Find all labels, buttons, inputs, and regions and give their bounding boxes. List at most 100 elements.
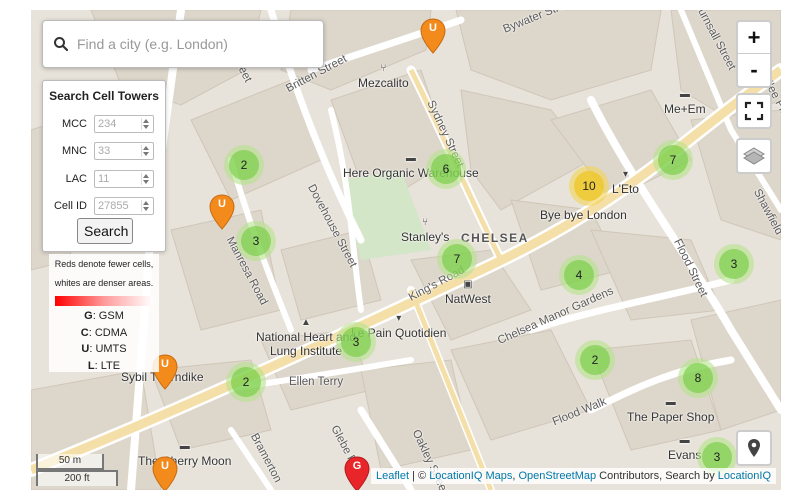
legend-note: whites are denser areas. xyxy=(54,278,154,288)
attribution: Leaflet | © LocationIQ Maps, OpenStreetM… xyxy=(371,468,776,484)
shop-icon: ▬ xyxy=(665,397,676,408)
poi-label: NatWest xyxy=(445,292,491,306)
cluster-marker[interactable]: 2 xyxy=(575,340,615,380)
poi[interactable]: ▾ L'Eto xyxy=(612,168,639,196)
mcc-input[interactable]: 234 xyxy=(94,115,154,133)
cell-id-input[interactable]: 27855 xyxy=(94,197,154,215)
poi-label: Me+Em xyxy=(664,102,706,116)
leaflet-link[interactable]: Leaflet xyxy=(376,470,409,482)
marker-letter: U xyxy=(161,460,169,472)
attribution-separator: | © xyxy=(409,470,430,482)
cluster-marker[interactable]: 4 xyxy=(559,255,599,295)
marker-letter: G xyxy=(352,460,362,472)
cluster-count: 6 xyxy=(431,154,461,184)
city-search-box xyxy=(42,20,324,68)
umts-marker[interactable]: U xyxy=(209,194,235,230)
fullscreen-button[interactable] xyxy=(736,93,772,129)
layers-button[interactable] xyxy=(736,138,772,174)
fullscreen-icon xyxy=(744,101,764,121)
poi[interactable]: ⑂ Stanley's xyxy=(401,216,449,244)
shop-icon: ▬ xyxy=(179,441,190,452)
cluster-marker[interactable]: 8 xyxy=(678,358,718,398)
lac-stepper[interactable] xyxy=(141,173,151,185)
cluster-count: 2 xyxy=(229,150,259,180)
lac-input[interactable]: 11 xyxy=(94,170,154,188)
street-label: Ellen Terry xyxy=(289,376,344,388)
attribution-text: Contributors, Search by xyxy=(596,470,718,482)
locationiq-maps-link[interactable]: LocationIQ Maps xyxy=(429,470,512,482)
cluster-marker[interactable]: 10 xyxy=(569,166,609,206)
cluster-count: 3 xyxy=(241,226,271,256)
zoom-in-button[interactable]: + xyxy=(738,22,770,54)
cluster-marker[interactable]: 7 xyxy=(437,239,477,279)
cluster-count: 3 xyxy=(719,249,749,279)
lac-label: LAC xyxy=(65,173,87,185)
cluster-marker[interactable]: 2 xyxy=(226,362,266,402)
density-legend: Reds denote fewer cells, whites are dens… xyxy=(49,254,159,372)
zoom-control: + - xyxy=(736,20,772,88)
poi-label: The Paper Shop xyxy=(627,410,715,424)
locate-button[interactable] xyxy=(736,430,772,466)
cafe-icon: ▾ xyxy=(622,169,628,180)
mnc-input[interactable]: 33 xyxy=(94,142,154,160)
layers-icon xyxy=(743,147,765,165)
location-pin-icon xyxy=(748,439,760,457)
poi[interactable]: ▬ Me+Em xyxy=(664,88,706,116)
shop-icon: ▬ xyxy=(679,89,690,100)
poi-label: Mezcalito xyxy=(358,76,409,90)
cluster-marker[interactable]: 7 xyxy=(653,140,693,180)
mnc-placeholder: 33 xyxy=(98,145,111,157)
city-search-input[interactable] xyxy=(75,32,309,56)
scale-imperial: 200 ft xyxy=(36,470,118,486)
cluster-marker[interactable]: 2 xyxy=(224,145,264,185)
lac-row: LAC 11 xyxy=(43,170,165,190)
poi-label: L'Eto xyxy=(612,182,639,196)
cluster-count: 10 xyxy=(574,171,604,201)
cluster-marker[interactable]: 3 xyxy=(336,322,376,362)
legend-type-gsm: G: GSM xyxy=(84,310,124,322)
umts-marker[interactable]: U xyxy=(420,18,446,54)
cell-id-label: Cell ID xyxy=(53,200,87,212)
poi[interactable]: Bye bye London xyxy=(540,208,627,222)
cluster-count: 7 xyxy=(658,145,688,175)
openstreetmap-link[interactable]: OpenStreetMap xyxy=(518,470,596,482)
zoom-out-button[interactable]: - xyxy=(738,54,770,85)
marker-letter: U xyxy=(218,198,226,210)
restaurant-icon: ⑂ xyxy=(380,63,387,74)
umts-marker[interactable]: U xyxy=(152,456,178,490)
mnc-row: MNC 33 xyxy=(43,142,165,162)
search-icon xyxy=(54,37,69,52)
legend-note: Reds denote fewer cells, xyxy=(54,259,154,269)
mcc-label: MCC xyxy=(61,118,87,130)
cluster-marker[interactable]: 6 xyxy=(426,149,466,189)
mcc-stepper[interactable] xyxy=(141,118,151,130)
mnc-stepper[interactable] xyxy=(141,145,151,157)
poi-label: Bye bye London xyxy=(540,208,627,222)
cell-id-row: Cell ID 27855 xyxy=(43,197,165,217)
cluster-marker[interactable]: 3 xyxy=(236,221,276,261)
panel-title: Search Cell Towers xyxy=(49,89,159,103)
cell-id-stepper[interactable] xyxy=(141,200,151,212)
cell-tower-search-panel: Search Cell Towers MCC 234 MNC 33 LAC 11… xyxy=(42,80,166,252)
legend-type-lte: L: LTE xyxy=(87,360,121,372)
poi[interactable]: ▬ The Paper Shop xyxy=(627,396,714,424)
cluster-count: 8 xyxy=(683,363,713,393)
cluster-marker[interactable]: 3 xyxy=(714,244,754,284)
locationiq-link[interactable]: LocationIQ xyxy=(718,470,771,482)
mcc-placeholder: 234 xyxy=(98,118,117,130)
restaurant-icon: ⑂ xyxy=(422,217,429,228)
cell-id-placeholder: 27855 xyxy=(98,200,129,212)
poi[interactable]: ⑂ Mezcalito xyxy=(358,62,409,90)
bank-icon: ▣ xyxy=(463,279,473,290)
mnc-label: MNC xyxy=(61,145,87,157)
gsm-marker[interactable]: G xyxy=(344,456,370,490)
cluster-count: 2 xyxy=(231,367,261,397)
legend-type-umts: U: UMTS xyxy=(81,343,127,355)
poi[interactable]: ▣ NatWest xyxy=(445,278,491,306)
scale-metric: 50 m xyxy=(36,454,104,470)
district-label: CHELSEA xyxy=(461,231,529,245)
legend-type-cdma: C: CDMA xyxy=(80,327,128,339)
cluster-count: 7 xyxy=(442,244,472,274)
lac-placeholder: 11 xyxy=(98,173,110,185)
search-button[interactable]: Search xyxy=(77,218,133,244)
